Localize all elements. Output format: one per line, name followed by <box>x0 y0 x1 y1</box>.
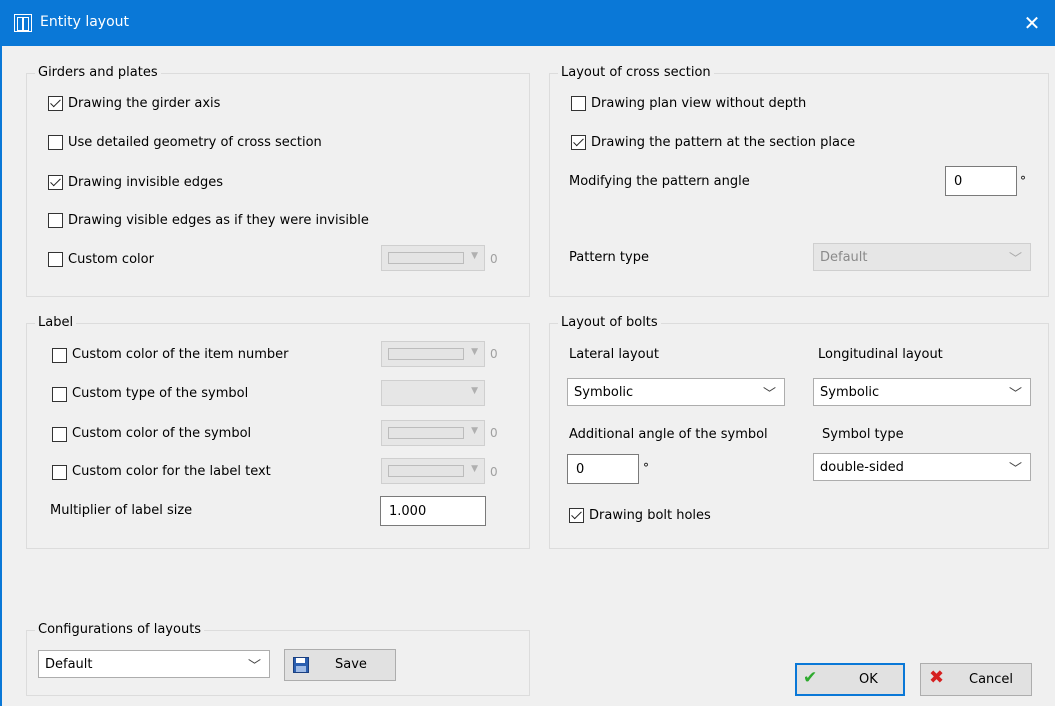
lateral-layout-select[interactable]: Symbolic ﹀ <box>567 378 785 406</box>
label-text-color-index: 0 <box>490 465 498 479</box>
chevron-down-icon: ▼ <box>471 347 478 357</box>
detailed-geometry-label: Use detailed geometry of cross section <box>68 135 322 150</box>
invisible-edges-checkbox[interactable] <box>48 175 63 190</box>
custom-color-picker[interactable]: ▼ <box>381 245 485 271</box>
window-border <box>0 46 2 706</box>
ok-label: OK <box>859 672 878 687</box>
chevron-down-icon: ▼ <box>471 386 478 396</box>
configuration-value: Default <box>45 657 93 672</box>
chevron-down-icon: ﹀ <box>247 659 261 674</box>
symbol-type-picker[interactable]: ▼ <box>381 380 485 406</box>
pattern-type-value: Default <box>820 250 868 265</box>
plan-view-label: Drawing plan view without depth <box>591 96 807 111</box>
app-icon <box>14 14 32 32</box>
pattern-angle-input[interactable]: 0 <box>945 166 1017 196</box>
label-text-color-picker[interactable]: ▼ <box>381 458 485 484</box>
item-number-color-index: 0 <box>490 347 498 361</box>
cross-section-group-title: Layout of cross section <box>558 65 714 81</box>
chevron-down-icon: ﹀ <box>1008 252 1022 267</box>
symbol-type-label: Custom type of the symbol <box>72 386 249 401</box>
check-icon: ✔ <box>803 668 818 688</box>
pattern-angle-unit: ° <box>1020 174 1026 188</box>
symbol-angle-unit: ° <box>643 461 649 475</box>
label-text-color-checkbox[interactable] <box>52 465 67 480</box>
symbol-color-index: 0 <box>490 426 498 440</box>
cancel-label: Cancel <box>969 672 1014 687</box>
symbol-type-checkbox[interactable] <box>52 387 67 402</box>
close-button[interactable]: ✕ <box>1009 0 1055 46</box>
title-bar: Entity layout ✕ <box>0 0 1055 46</box>
window-title: Entity layout <box>40 14 130 30</box>
floppy-disk-icon <box>293 657 309 673</box>
pattern-type-label: Pattern type <box>569 250 649 265</box>
symbol-color-picker[interactable]: ▼ <box>381 420 485 446</box>
color-swatch <box>388 427 464 439</box>
longitudinal-layout-select[interactable]: Symbolic ﹀ <box>813 378 1031 406</box>
symbol-color-label: Custom color of the symbol <box>72 426 252 441</box>
save-button[interactable]: Save <box>284 649 396 681</box>
color-swatch <box>388 348 464 360</box>
color-swatch <box>388 252 464 264</box>
detailed-geometry-checkbox[interactable] <box>48 135 63 150</box>
multiplier-value: 1.000 <box>389 504 427 519</box>
visible-as-invisible-checkbox[interactable] <box>48 213 63 228</box>
girder-axis-label: Drawing the girder axis <box>68 96 221 111</box>
multiplier-input[interactable]: 1.000 <box>380 496 486 526</box>
custom-color-checkbox[interactable] <box>48 252 63 267</box>
custom-color-index: 0 <box>490 252 498 266</box>
symbol-angle-input[interactable]: 0 <box>567 454 639 484</box>
longitudinal-layout-label: Longitudinal layout <box>818 347 943 362</box>
save-label: Save <box>335 657 367 672</box>
item-number-color-picker[interactable]: ▼ <box>381 341 485 367</box>
symbol-type-value: double-sided <box>820 460 904 475</box>
item-number-color-label: Custom color of the item number <box>72 347 289 362</box>
girder-axis-checkbox[interactable] <box>48 96 63 111</box>
plan-view-checkbox[interactable] <box>571 96 586 111</box>
configurations-group-title: Configurations of layouts <box>35 622 205 638</box>
item-number-color-checkbox[interactable] <box>52 348 67 363</box>
symbol-angle-value: 0 <box>576 462 585 477</box>
symbol-color-checkbox[interactable] <box>52 427 67 442</box>
symbol-type-field-label: Symbol type <box>822 427 904 442</box>
girders-group-title: Girders and plates <box>35 65 161 81</box>
ok-button[interactable]: ✔ OK <box>795 663 905 696</box>
pattern-type-select[interactable]: Default ﹀ <box>813 243 1031 271</box>
custom-color-label: Custom color <box>68 252 154 267</box>
chevron-down-icon: ﹀ <box>762 387 776 402</box>
lateral-layout-value: Symbolic <box>574 385 634 400</box>
symbol-angle-label: Additional angle of the symbol <box>569 427 768 442</box>
chevron-down-icon: ▼ <box>471 426 478 436</box>
multiplier-label: Multiplier of label size <box>50 503 193 518</box>
pattern-angle-label: Modifying the pattern angle <box>569 174 750 189</box>
pattern-angle-value: 0 <box>954 174 963 189</box>
symbol-type-select[interactable]: double-sided ﹀ <box>813 453 1031 481</box>
pattern-section-label: Drawing the pattern at the section place <box>591 135 856 150</box>
label-text-color-label: Custom color for the label text <box>72 464 271 479</box>
label-group-title: Label <box>35 315 77 331</box>
bolt-holes-checkbox[interactable] <box>569 508 584 523</box>
pattern-section-checkbox[interactable] <box>571 135 586 150</box>
visible-as-invisible-label: Drawing visible edges as if they were in… <box>68 213 369 228</box>
chevron-down-icon: ▼ <box>471 251 478 261</box>
chevron-down-icon: ﹀ <box>1008 387 1022 402</box>
configuration-select[interactable]: Default ﹀ <box>38 650 270 678</box>
color-swatch <box>388 465 464 477</box>
bolts-group-title: Layout of bolts <box>558 315 661 331</box>
invisible-edges-label: Drawing invisible edges <box>68 175 223 190</box>
close-icon: ✖ <box>929 667 945 688</box>
lateral-layout-label: Lateral layout <box>569 347 659 362</box>
chevron-down-icon: ﹀ <box>1008 462 1022 477</box>
cancel-button[interactable]: ✖ Cancel <box>920 663 1032 696</box>
longitudinal-layout-value: Symbolic <box>820 385 880 400</box>
chevron-down-icon: ▼ <box>471 464 478 474</box>
bolt-holes-label: Drawing bolt holes <box>589 508 711 523</box>
